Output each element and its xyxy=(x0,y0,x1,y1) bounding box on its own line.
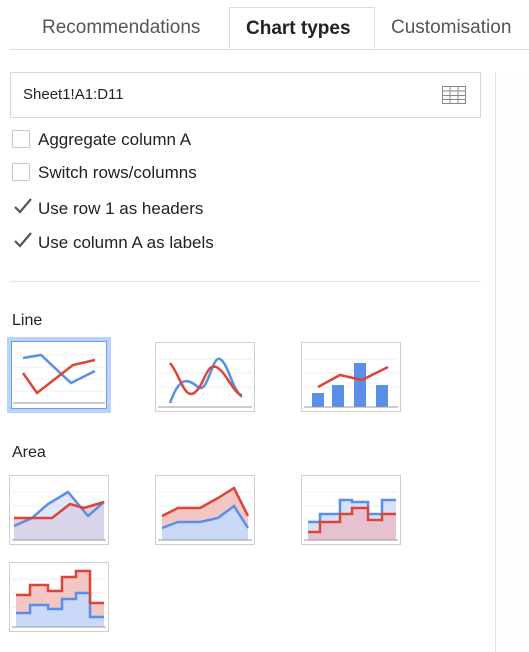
switch-rows-label: Switch rows/columns xyxy=(38,163,197,182)
stacked-area-chart-icon xyxy=(158,486,252,541)
grid-icon[interactable] xyxy=(442,86,466,104)
tab-bar: Recommendations Chart types Customisatio… xyxy=(0,0,529,50)
check-icon[interactable] xyxy=(13,230,33,250)
stacked-stepped-area-chart-thumbnail[interactable] xyxy=(9,562,109,632)
headers-label: Use row 1 as headers xyxy=(38,199,204,218)
chart-preview-area xyxy=(495,72,529,652)
stepped-area-chart-icon xyxy=(304,491,398,541)
tab-chart-types[interactable]: Chart types xyxy=(229,7,375,49)
line-chart-icon xyxy=(13,353,105,404)
combo-chart-thumbnail[interactable] xyxy=(301,342,401,412)
data-range-field[interactable]: Sheet1!A1:D11 xyxy=(10,72,481,118)
smooth-line-chart-icon xyxy=(158,357,252,408)
stacked-stepped-area-chart-icon xyxy=(12,569,106,628)
data-range-value: Sheet1!A1:D11 xyxy=(23,86,124,103)
tab-recommendations[interactable]: Recommendations xyxy=(42,7,200,49)
switch-rows-checkbox[interactable] xyxy=(12,163,30,181)
area-chart-thumbnail[interactable] xyxy=(9,475,109,545)
aggregate-checkbox[interactable] xyxy=(12,130,30,148)
stepped-area-chart-thumbnail[interactable] xyxy=(301,475,401,545)
combo-chart-icon xyxy=(304,358,398,408)
line-chart-thumbnail[interactable] xyxy=(7,337,111,413)
area-section-label: Area xyxy=(12,444,46,461)
area-chart-icon xyxy=(12,490,106,541)
stacked-area-chart-thumbnail[interactable] xyxy=(155,475,255,545)
check-icon[interactable] xyxy=(13,196,33,216)
aggregate-label: Aggregate column A xyxy=(38,130,192,149)
tab-customisation[interactable]: Customisation xyxy=(391,7,511,49)
labels-label: Use column A as labels xyxy=(38,233,214,252)
smooth-line-chart-thumbnail[interactable] xyxy=(155,342,255,412)
section-divider xyxy=(10,281,481,282)
line-section-label: Line xyxy=(12,312,43,329)
chart-types-panel: Sheet1!A1:D11 Aggregate column A Switch … xyxy=(0,50,495,652)
